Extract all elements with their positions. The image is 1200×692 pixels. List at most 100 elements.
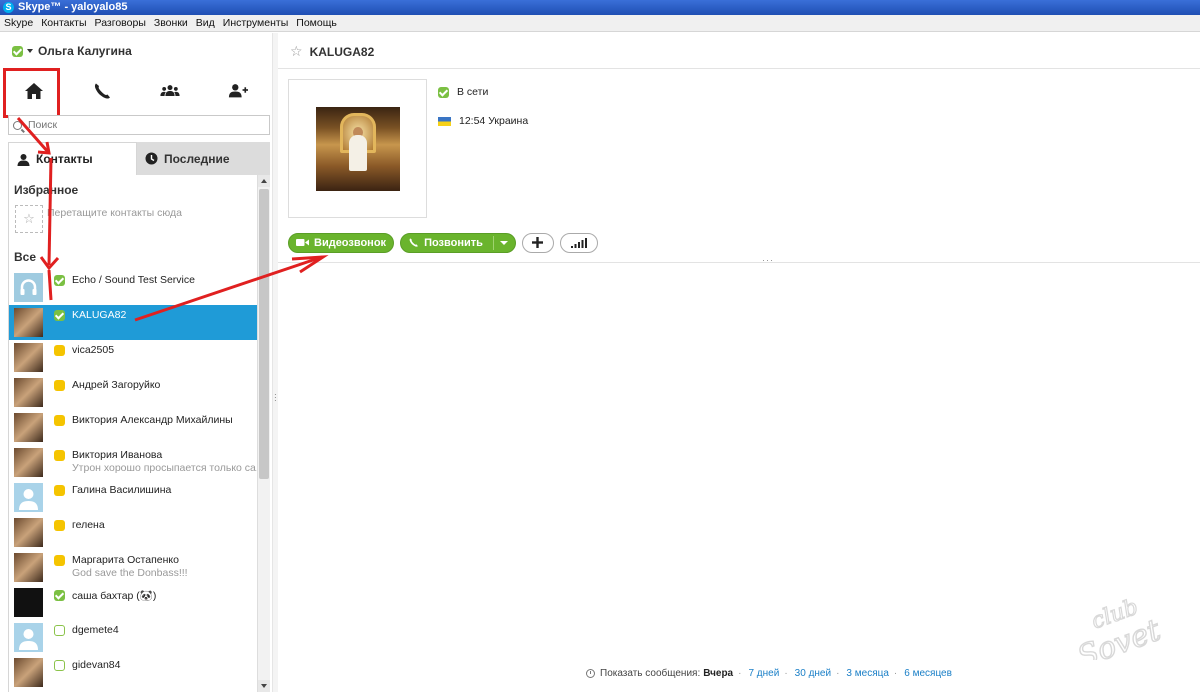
contact-name: Маргарита Остапенко xyxy=(72,554,179,566)
online-status-icon xyxy=(54,275,65,286)
contact-row[interactable]: KALUGA82 xyxy=(9,305,257,340)
presence-status: В сети xyxy=(438,86,488,98)
ukraine-flag-icon xyxy=(438,116,451,126)
tab-recent[interactable]: Последние xyxy=(137,142,270,175)
contact-name: Виктория Александр Михайлины xyxy=(72,414,233,426)
offline-status-icon xyxy=(54,625,65,636)
contact-row[interactable]: Андрей Загоруйко xyxy=(9,375,257,410)
scroll-thumb[interactable] xyxy=(259,189,269,479)
contact-row[interactable]: vica2505 xyxy=(9,340,257,375)
favorites-drop-zone[interactable]: ☆ xyxy=(15,205,43,233)
default-avatar-icon xyxy=(19,629,38,650)
profile-status-selector[interactable]: Ольга Калугина xyxy=(12,43,132,59)
phone-icon xyxy=(409,238,418,247)
conversation-divider xyxy=(278,262,1200,263)
menu-contacts[interactable]: Контакты xyxy=(41,17,86,29)
contact-name: Галина Василишина xyxy=(72,484,172,496)
chevron-down-icon xyxy=(27,49,33,53)
avatar xyxy=(14,378,43,407)
video-call-button[interactable]: Видеозвонок xyxy=(288,232,395,253)
arrow-down-icon xyxy=(261,684,267,688)
contact-row[interactable]: gidevan84 xyxy=(9,655,257,690)
contact-row[interactable]: Echo / Sound Test Service xyxy=(9,270,257,305)
offline-status-icon xyxy=(54,660,65,671)
title-bar: S Skype™ - yaloyalo85 xyxy=(0,0,1200,15)
call-actions: Видеозвонок Позвонить xyxy=(288,232,604,253)
avatar xyxy=(14,448,43,477)
avatar xyxy=(14,518,43,547)
default-avatar-icon xyxy=(19,489,38,510)
contact-name: Виктория Иванова xyxy=(72,449,163,461)
tab-recent-label: Последние xyxy=(164,151,230,166)
tab-contacts[interactable]: Контакты xyxy=(8,142,137,175)
history-current: Вчера xyxy=(703,668,734,679)
search-icon xyxy=(13,120,22,130)
plus-icon xyxy=(532,237,544,248)
menu-view[interactable]: Вид xyxy=(196,17,215,29)
group-icon xyxy=(160,85,180,96)
splitter-grip-icon: · · · xyxy=(274,390,277,405)
online-status-icon xyxy=(438,86,449,98)
away-status-icon xyxy=(54,520,65,531)
new-group-button[interactable] xyxy=(136,70,204,112)
chevron-down-icon[interactable] xyxy=(499,240,508,245)
contact-row[interactable]: Маргарита Остапенко God save the Donbass!… xyxy=(9,550,257,585)
avatar xyxy=(14,308,43,337)
contact-photo-frame[interactable] xyxy=(288,79,427,218)
call-button[interactable]: Позвонить xyxy=(400,232,516,253)
contact-list: Избранное ☆ Перетащите контакты сюда Все… xyxy=(8,175,257,692)
away-status-icon xyxy=(54,555,65,566)
history-option-30-days[interactable]: 30 дней xyxy=(795,668,831,679)
history-range: Показать сообщения: Вчера · 7 дней · 30 … xyxy=(586,668,952,679)
scroll-up-button[interactable] xyxy=(258,175,270,187)
history-option-7-days[interactable]: 7 дней xyxy=(748,668,779,679)
avatar xyxy=(14,413,43,442)
history-option-6-months[interactable]: 6 месяцев xyxy=(904,668,952,679)
menu-calls[interactable]: Звонки xyxy=(154,17,188,29)
avatar xyxy=(14,658,43,687)
avatar xyxy=(14,343,43,372)
menu-conversations[interactable]: Разговоры xyxy=(95,17,146,29)
call-quality-button[interactable] xyxy=(559,232,598,253)
contact-row[interactable]: Виктория Иванова Утрон хорошо просыпается… xyxy=(9,445,257,480)
add-participant-button[interactable] xyxy=(521,232,554,253)
tab-contacts-label: Контакты xyxy=(36,152,93,166)
favorite-star-icon[interactable]: ☆ xyxy=(290,43,303,60)
menu-help[interactable]: Помощь xyxy=(296,17,337,29)
contact-list-scrollbar[interactable] xyxy=(257,175,270,692)
add-contact-icon xyxy=(228,84,248,98)
online-status-icon xyxy=(54,590,65,601)
contact-row[interactable]: dgemete4 xyxy=(9,620,257,655)
contact-name: Echo / Sound Test Service xyxy=(72,274,195,286)
search-input[interactable] xyxy=(28,119,248,131)
resize-handle-icon[interactable]: ··· xyxy=(762,255,774,265)
contact-name: гелена xyxy=(72,519,105,531)
avatar xyxy=(14,553,43,582)
contact-row[interactable]: Виктория Александр Михайлины xyxy=(9,410,257,445)
menu-skype[interactable]: Skype xyxy=(4,17,33,29)
away-status-icon xyxy=(54,380,65,391)
search-box[interactable] xyxy=(8,115,270,135)
menu-tools[interactable]: Инструменты xyxy=(223,17,288,29)
online-status-icon xyxy=(12,45,23,57)
annotation-highlight-box xyxy=(3,68,60,118)
contact-row[interactable]: гелена xyxy=(9,515,257,550)
video-call-label: Видеозвонок xyxy=(314,236,387,249)
left-pane: Ольга Калугина Контакты xyxy=(0,33,273,692)
menu-bar: Skype Контакты Разговоры Звонки Вид Инст… xyxy=(0,15,1200,32)
signal-bars-icon xyxy=(570,237,587,248)
scroll-down-button[interactable] xyxy=(258,680,270,692)
call-phone-button[interactable] xyxy=(68,70,136,112)
add-contact-button[interactable] xyxy=(204,70,272,112)
headset-icon xyxy=(20,279,37,295)
away-status-icon xyxy=(54,415,65,426)
contact-name: Андрей Загоруйко xyxy=(72,379,161,391)
conversation-pane: ☆ KALUGA82 В сети 12:54 Украина Видеозво… xyxy=(278,33,1200,692)
window-title: Skype™ - yaloyalo85 xyxy=(18,1,128,13)
favorites-hint: Перетащите контакты сюда xyxy=(47,207,182,219)
contact-row[interactable]: саша бахтар (🐼) xyxy=(9,585,257,620)
contact-row[interactable]: Галина Василишина xyxy=(9,480,257,515)
skype-logo-icon: S xyxy=(3,2,14,13)
phone-icon xyxy=(94,83,110,99)
history-option-3-months[interactable]: 3 месяца xyxy=(846,668,888,679)
